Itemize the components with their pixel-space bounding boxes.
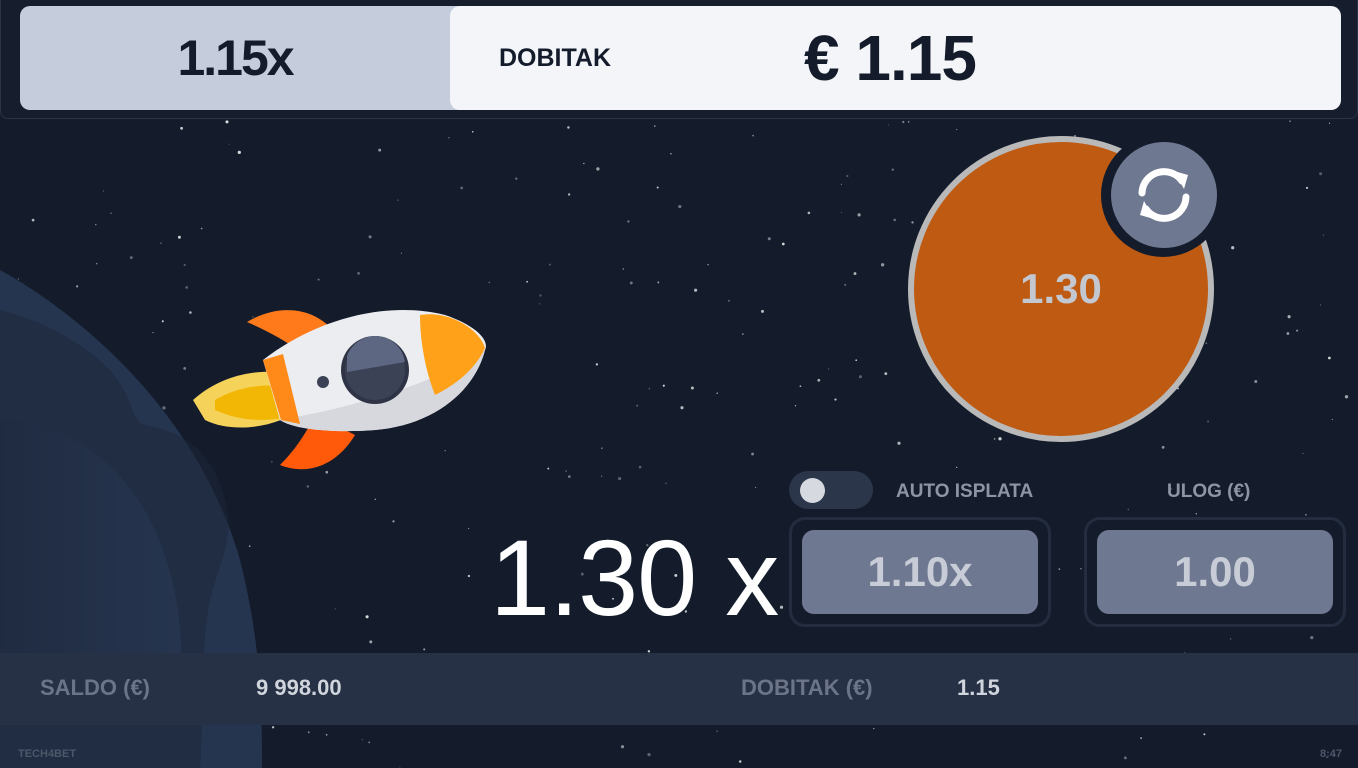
balance-value: 9 998.00	[256, 675, 342, 700]
stake-input[interactable]: 1.00	[1097, 530, 1333, 614]
refresh-button[interactable]	[1101, 133, 1225, 257]
balance-label: SALDO (€)	[40, 675, 150, 700]
auto-cashout-toggle[interactable]	[789, 471, 873, 509]
stake-label: ULOG (€)	[1167, 481, 1251, 502]
auto-cashout-input[interactable]: 1.10x	[802, 530, 1038, 614]
auto-cashout-label: AUTO ISPLATA	[896, 481, 1034, 502]
footer-win-value: 1.15	[957, 675, 1000, 700]
header-win-panel: DOBITAK € 1.15	[450, 6, 1341, 110]
header-multiplier: 1.15x	[20, 6, 460, 110]
header-win-value: € 1.15	[804, 22, 977, 94]
auto-cashout-field: 1.10x	[789, 517, 1051, 627]
stake-field: 1.00	[1084, 517, 1346, 627]
clock: 8:47	[1319, 748, 1342, 760]
brand-logo: TECH4BET	[18, 748, 77, 760]
rocket-icon	[193, 310, 486, 470]
footer-bar: SALDO (€) 9 998.00 DOBITAK (€) 1.15	[0, 653, 1358, 725]
footer-win-label: DOBITAK (€)	[741, 675, 873, 700]
toggle-knob	[800, 478, 825, 503]
refresh-icon	[1138, 168, 1190, 222]
header-win-label: DOBITAK	[499, 44, 612, 72]
current-multiplier: 1.30 x	[490, 517, 779, 638]
